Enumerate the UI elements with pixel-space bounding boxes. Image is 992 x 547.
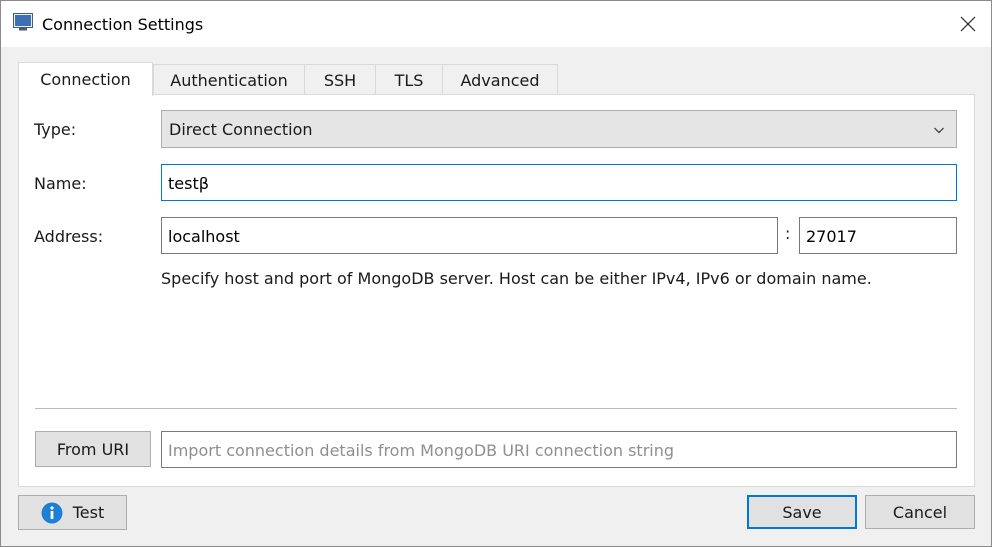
title-bar[interactable]: Connection Settings [1, 1, 991, 47]
host-field-value: localhost [168, 227, 240, 246]
uri-input-placeholder: Import connection details from MongoDB U… [168, 441, 675, 460]
type-select-value: Direct Connection [169, 120, 313, 139]
from-uri-label: From URI [56, 439, 130, 459]
cancel-button-label: Cancel [892, 502, 948, 522]
cancel-button[interactable]: Cancel [865, 495, 975, 529]
port-field-value: 27017 [806, 227, 857, 246]
test-button[interactable]: Test [18, 495, 127, 530]
tab-label: TLS [394, 70, 424, 90]
address-hint: Specify host and port of MongoDB server.… [161, 269, 872, 288]
chevron-down-icon [934, 127, 944, 134]
port-field[interactable]: 27017 [799, 217, 957, 254]
from-uri-button[interactable]: From URI [35, 431, 151, 467]
address-label: Address: [34, 227, 104, 246]
save-button-label: Save [782, 502, 822, 522]
tab-tls[interactable]: TLS [375, 64, 443, 95]
tab-connection[interactable]: Connection [18, 62, 153, 96]
close-icon [960, 16, 976, 32]
host-field[interactable]: localhost [161, 217, 778, 254]
tab-label: SSH [323, 70, 357, 90]
close-button[interactable] [945, 1, 991, 47]
name-field[interactable]: testβ [161, 164, 957, 201]
tab-label: Connection [40, 70, 131, 89]
tab-label: Authentication [170, 70, 288, 90]
save-button[interactable]: Save [747, 495, 857, 529]
port-separator: : [785, 224, 791, 243]
tab-authentication[interactable]: Authentication [153, 64, 305, 95]
name-label: Name: [34, 174, 87, 193]
test-button-label: Test [72, 503, 105, 522]
window-icon [13, 13, 33, 31]
type-label: Type: [34, 120, 77, 139]
connection-settings-dialog: Connection Settings Connection Authentic… [0, 0, 992, 547]
divider [35, 408, 957, 409]
tab-advanced[interactable]: Advanced [442, 64, 558, 95]
tab-label: Advanced [460, 70, 540, 90]
name-field-value: testβ [168, 174, 209, 193]
connection-panel: Type: Direct Connection Name: testβ Addr… [18, 94, 975, 487]
type-select[interactable]: Direct Connection [161, 110, 957, 148]
tab-ssh[interactable]: SSH [304, 64, 376, 95]
info-icon [41, 502, 63, 523]
uri-input[interactable]: Import connection details from MongoDB U… [161, 431, 957, 468]
dialog-title: Connection Settings [42, 15, 204, 34]
